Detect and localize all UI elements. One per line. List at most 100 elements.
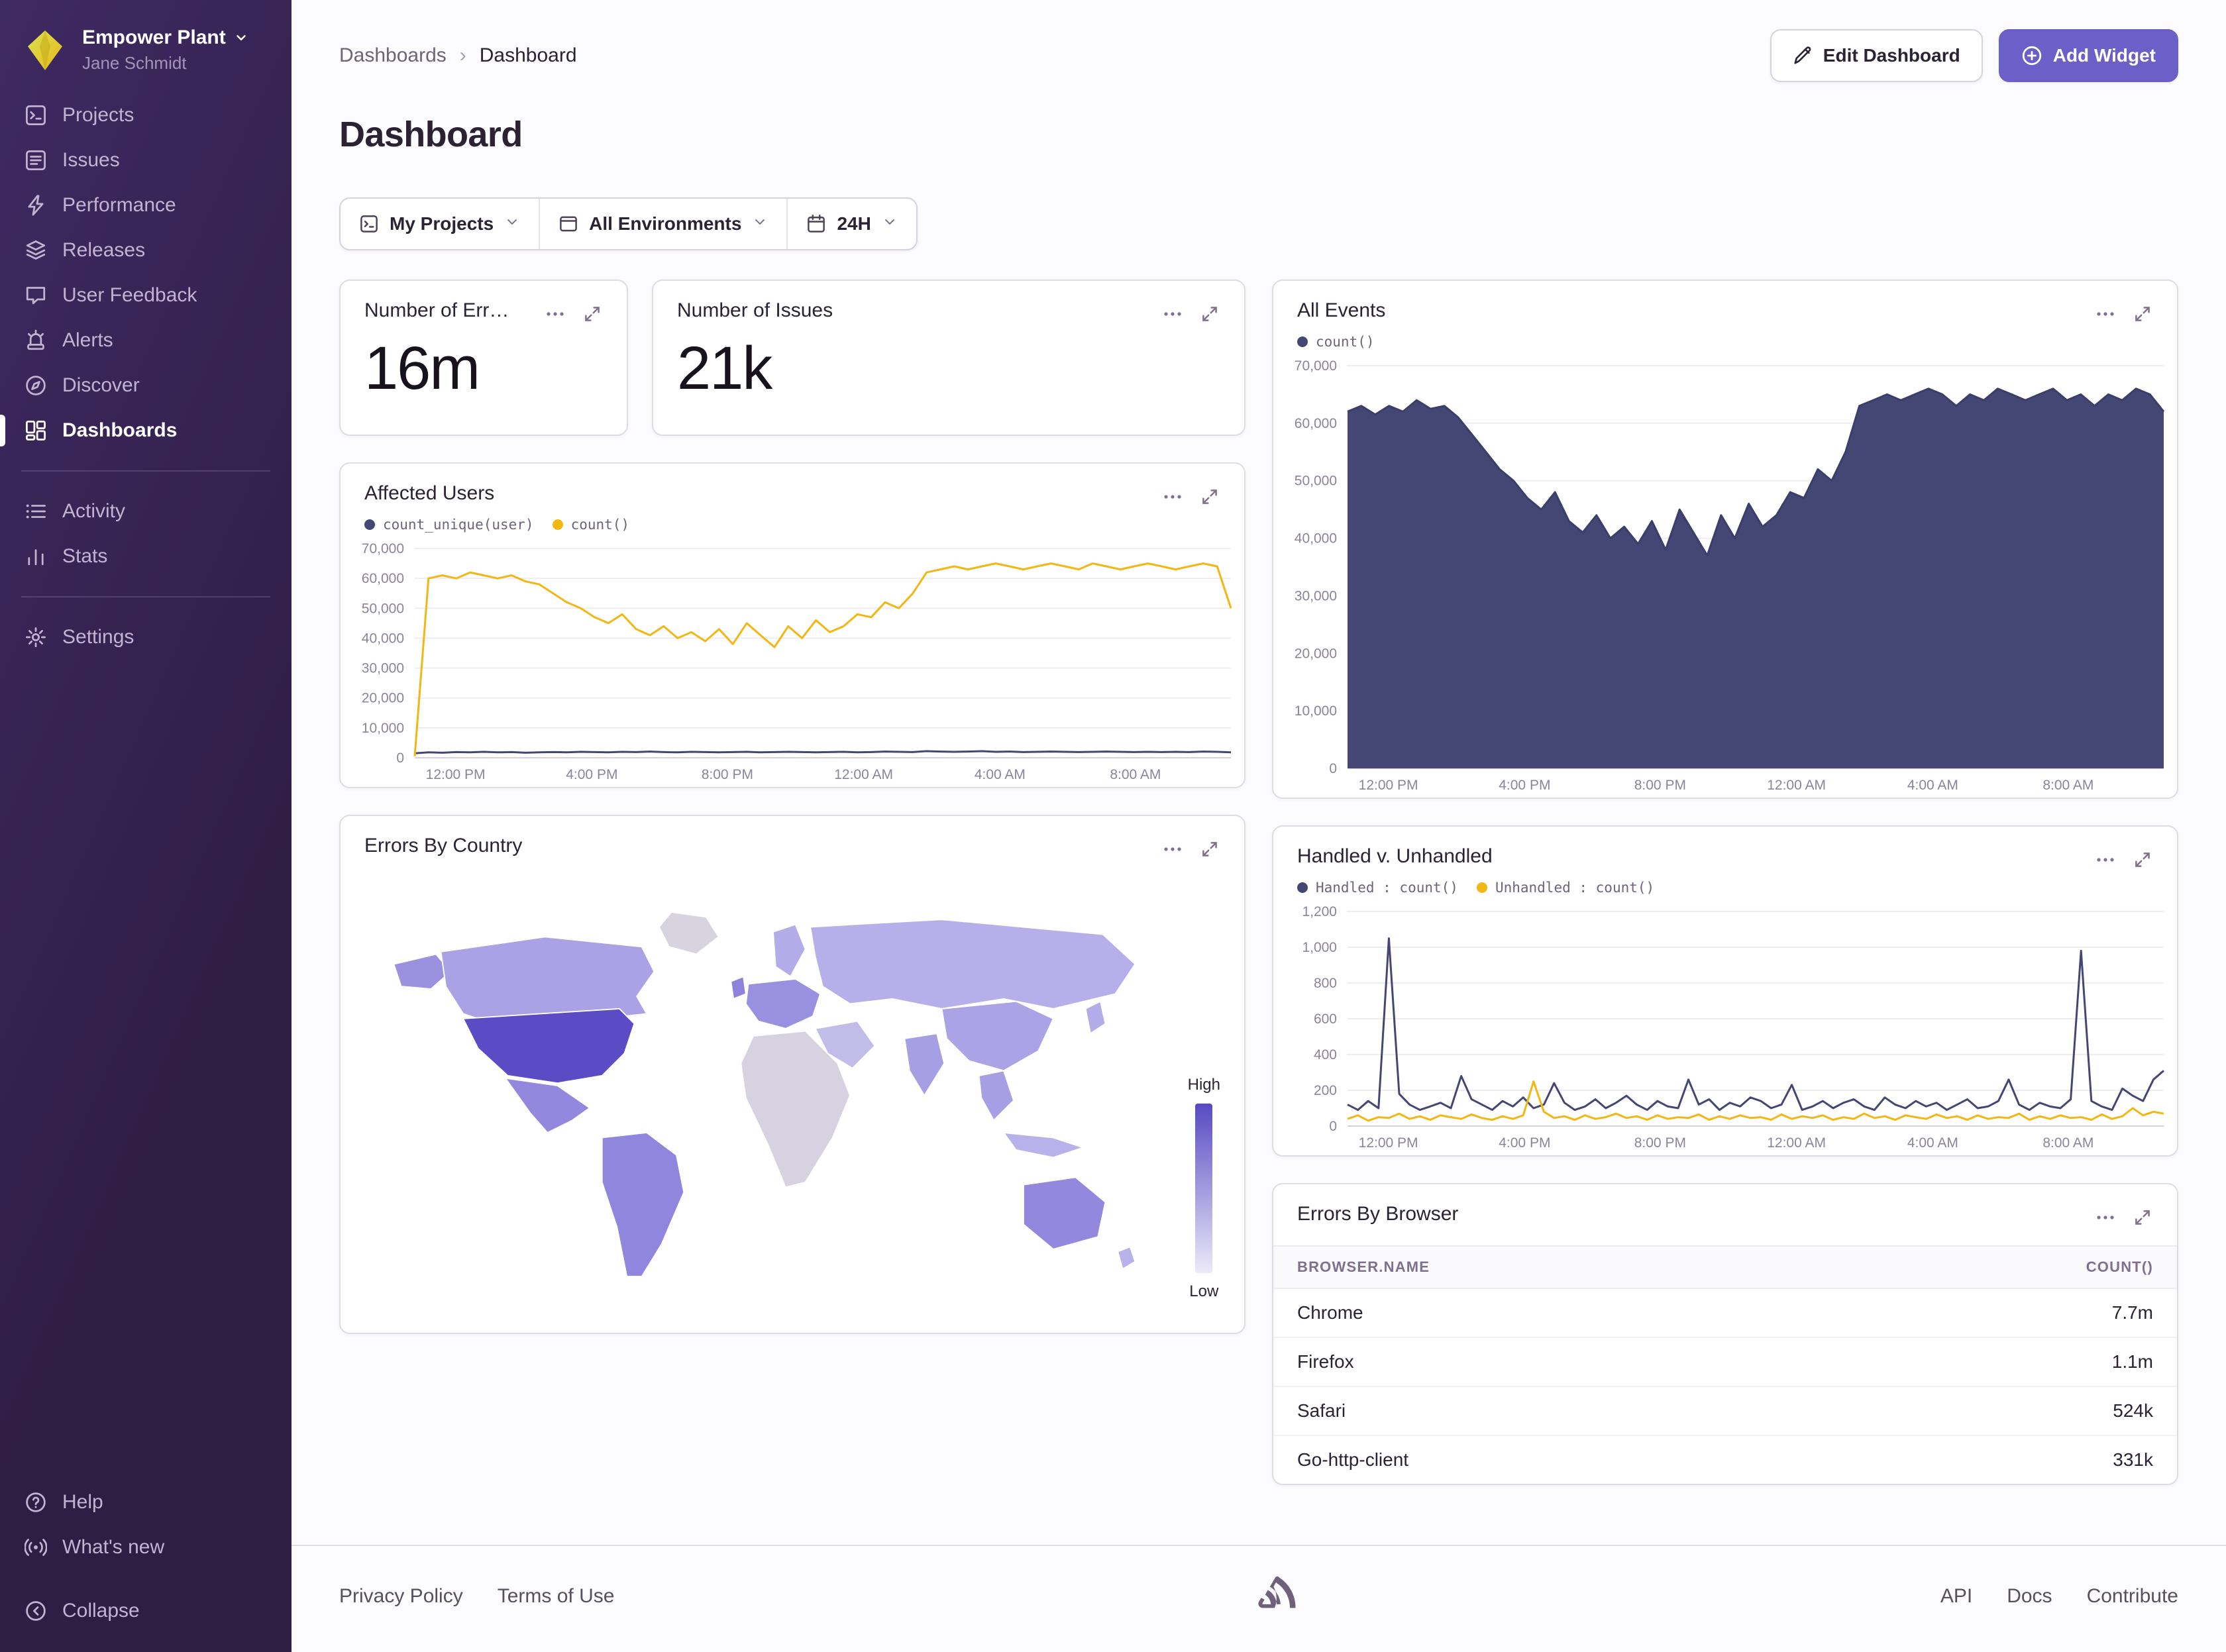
project-icon bbox=[359, 214, 379, 234]
pencil-icon bbox=[1793, 46, 1813, 66]
sidebar-item-label: Issues bbox=[62, 149, 120, 172]
widget-title: Affected Users bbox=[364, 482, 494, 505]
grid-left-column: Number of Err… 16m Number of Issues bbox=[339, 280, 1246, 1334]
grid-right-column: All Events count() 010,00020,00030,00040… bbox=[1272, 280, 2178, 1485]
breadcrumb-dashboards-link[interactable]: Dashboards bbox=[339, 44, 447, 67]
sidebar-item-label: User Feedback bbox=[62, 284, 197, 307]
expand-icon bbox=[1200, 840, 1219, 858]
sidebar-item-issues[interactable]: Issues bbox=[0, 138, 292, 183]
project-filter[interactable]: My Projects bbox=[341, 199, 539, 249]
svg-text:70,000: 70,000 bbox=[362, 541, 404, 556]
add-widget-button[interactable]: Add Widget bbox=[1999, 29, 2178, 82]
svg-text:8:00 PM: 8:00 PM bbox=[1634, 778, 1686, 793]
org-name: Empower Plant bbox=[82, 26, 226, 49]
svg-text:12:00 PM: 12:00 PM bbox=[426, 767, 486, 782]
widget-expand-button[interactable] bbox=[1194, 299, 1226, 329]
sidebar-item-activity[interactable]: Activity bbox=[0, 489, 292, 534]
sidebar-item-label: Collapse bbox=[62, 1600, 140, 1622]
sidebar-item-performance[interactable]: Performance bbox=[0, 183, 292, 228]
privacy-policy-link[interactable]: Privacy Policy bbox=[339, 1585, 463, 1608]
table-row: Chrome 7.7m bbox=[1273, 1289, 2177, 1338]
widget-expand-button[interactable] bbox=[1194, 482, 1226, 511]
compass-icon bbox=[24, 374, 48, 397]
contribute-link[interactable]: Contribute bbox=[2087, 1585, 2178, 1608]
table-row: Firefox 1.1m bbox=[1273, 1338, 2177, 1387]
org-user: Jane Schmidt bbox=[82, 53, 248, 74]
svg-text:12:00 AM: 12:00 AM bbox=[834, 767, 893, 782]
widget-expand-button[interactable] bbox=[2127, 1203, 2158, 1232]
svg-text:12:00 AM: 12:00 AM bbox=[1767, 778, 1826, 793]
svg-text:20,000: 20,000 bbox=[362, 691, 404, 706]
widget-expand-button[interactable] bbox=[2127, 299, 2158, 329]
sidebar-item-dashboards[interactable]: Dashboards bbox=[0, 408, 292, 453]
sidebar: Empower Plant Jane Schmidt Projects Issu… bbox=[0, 0, 292, 1652]
svg-text:8:00 AM: 8:00 AM bbox=[1110, 767, 1161, 782]
widget-menu-button[interactable] bbox=[1157, 482, 1189, 511]
ellipsis-icon bbox=[1162, 839, 1183, 860]
map-region-europe bbox=[746, 979, 820, 1029]
table-column-browser-name: BROWSER.NAME bbox=[1297, 1259, 1430, 1276]
ellipsis-icon bbox=[545, 303, 566, 325]
expand-icon bbox=[2133, 305, 2152, 323]
sidebar-item-user-feedback[interactable]: User Feedback bbox=[0, 273, 292, 318]
widget-title: Errors By Browser bbox=[1297, 1203, 1458, 1225]
sidebar-item-collapse[interactable]: Collapse bbox=[0, 1588, 292, 1633]
sidebar-item-settings[interactable]: Settings bbox=[0, 615, 292, 660]
sidebar-item-projects[interactable]: Projects bbox=[0, 93, 292, 138]
table-row: Go-http-client 331k bbox=[1273, 1436, 2177, 1484]
dashboard-grid-icon bbox=[24, 419, 48, 442]
legend-dot bbox=[1477, 882, 1487, 893]
widget-expand-button[interactable] bbox=[1194, 835, 1226, 864]
widget-menu-button[interactable] bbox=[1157, 835, 1189, 864]
sidebar-item-whats-new[interactable]: What's new bbox=[0, 1525, 292, 1570]
widget-menu-button[interactable] bbox=[2090, 299, 2121, 329]
sidebar-item-discover[interactable]: Discover bbox=[0, 363, 292, 408]
map-region-russia bbox=[810, 919, 1135, 1009]
sidebar-item-stats[interactable]: Stats bbox=[0, 534, 292, 579]
sidebar-item-help[interactable]: Help bbox=[0, 1480, 292, 1525]
ellipsis-icon bbox=[2095, 1207, 2116, 1228]
widget-menu-button[interactable] bbox=[2090, 1203, 2121, 1232]
handled-unhandled-chart: 02004006008001,0001,20012:00 PM4:00 PM8:… bbox=[1273, 901, 2177, 1155]
browser-count: 524k bbox=[2113, 1400, 2153, 1421]
edit-dashboard-button[interactable]: Edit Dashboard bbox=[1770, 29, 1983, 82]
sidebar-item-label: Help bbox=[62, 1491, 103, 1514]
svg-text:8:00 PM: 8:00 PM bbox=[1634, 1135, 1686, 1151]
date-range-filter[interactable]: 24H bbox=[786, 199, 916, 249]
environment-filter[interactable]: All Environments bbox=[539, 199, 786, 249]
map-region-new-zealand bbox=[1118, 1247, 1135, 1269]
svg-text:40,000: 40,000 bbox=[1295, 531, 1337, 546]
sidebar-item-releases[interactable]: Releases bbox=[0, 228, 292, 273]
gear-icon bbox=[24, 625, 48, 649]
breadcrumb-separator: › bbox=[460, 44, 466, 67]
legend-dot bbox=[553, 519, 563, 530]
map-region-japan bbox=[1086, 1002, 1106, 1034]
expand-icon bbox=[583, 305, 602, 323]
widget-menu-button[interactable] bbox=[1157, 299, 1189, 329]
svg-text:12:00 AM: 12:00 AM bbox=[1767, 1135, 1826, 1151]
svg-text:10,000: 10,000 bbox=[1295, 703, 1337, 719]
sidebar-item-alerts[interactable]: Alerts bbox=[0, 318, 292, 363]
widget-menu-button[interactable] bbox=[539, 299, 571, 329]
terms-of-use-link[interactable]: Terms of Use bbox=[498, 1585, 615, 1608]
widget-expand-button[interactable] bbox=[576, 299, 608, 329]
browser-name: Chrome bbox=[1297, 1302, 1363, 1323]
map-region-australia bbox=[1024, 1177, 1105, 1249]
widget-menu-button[interactable] bbox=[2090, 845, 2121, 874]
org-switcher[interactable]: Empower Plant Jane Schmidt bbox=[0, 21, 292, 93]
footer-links-right: API Docs Contribute bbox=[1940, 1585, 2178, 1608]
api-link[interactable]: API bbox=[1940, 1585, 1972, 1608]
svg-text:800: 800 bbox=[1314, 976, 1337, 991]
sidebar-item-label: Releases bbox=[62, 239, 145, 262]
page-filter-bar: My Projects All Environments 24H bbox=[339, 197, 918, 250]
app-root: Empower Plant Jane Schmidt Projects Issu… bbox=[0, 0, 2226, 1652]
docs-link[interactable]: Docs bbox=[2007, 1585, 2052, 1608]
page-title: Dashboard bbox=[339, 114, 2178, 155]
world-map bbox=[359, 869, 1153, 1319]
chart-legend: count_unique(user) count() bbox=[341, 514, 1244, 538]
breadcrumb: Dashboards › Dashboard bbox=[339, 44, 577, 67]
browser-count: 331k bbox=[2113, 1449, 2153, 1471]
sidebar-item-label: Stats bbox=[62, 545, 107, 568]
widget-expand-button[interactable] bbox=[2127, 845, 2158, 874]
chevron-down-icon bbox=[234, 30, 248, 45]
